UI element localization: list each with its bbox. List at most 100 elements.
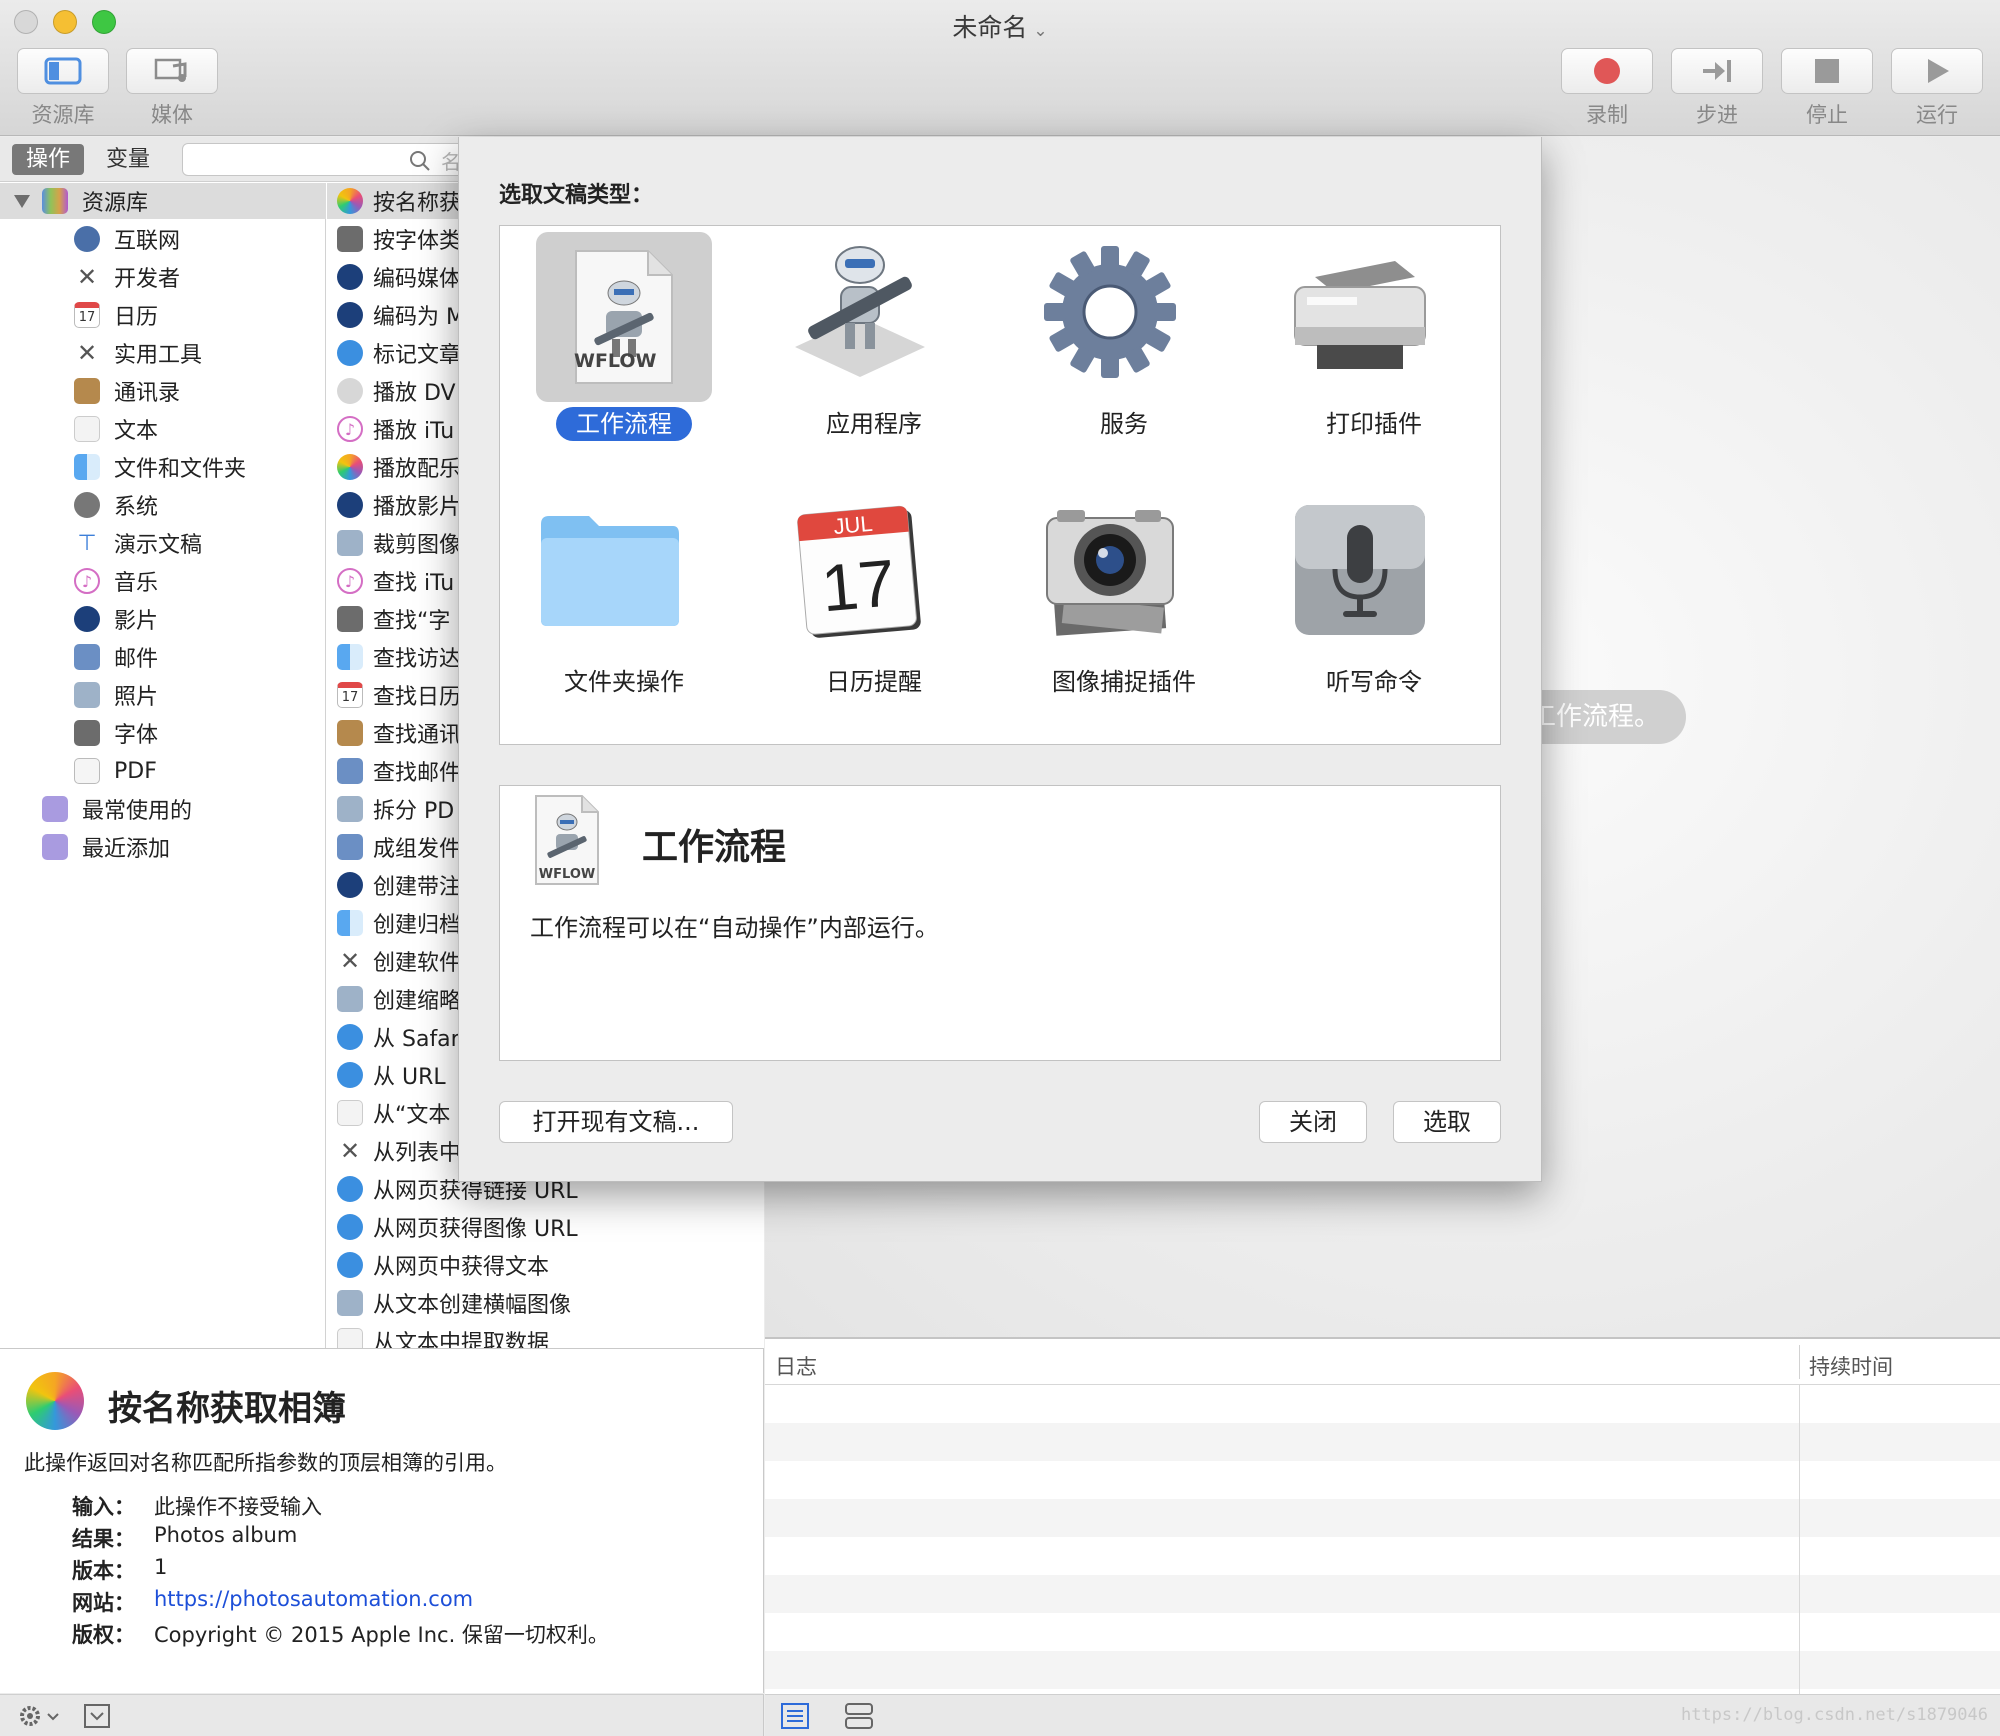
document-type-sheet: 选取文稿类型： WFLOW 工作流程 应用程序 服务 打印插件 文件夹操作 JU… (458, 137, 1542, 1182)
pdf-icon (74, 758, 100, 784)
action-label: 从网页获得图像 URL (373, 1217, 578, 1242)
action-item[interactable]: 成组发件 (337, 829, 461, 865)
font-book-icon (337, 606, 363, 632)
library-item-presentations[interactable]: ⊤ 演示文稿 (74, 525, 202, 561)
tab-actions[interactable]: 操作 (12, 144, 85, 175)
field-label-website: 网站： (72, 1591, 135, 1615)
smart-group-recently-added[interactable]: 最近添加 (42, 829, 170, 865)
text-document-icon (74, 416, 100, 442)
system-preferences-icon (74, 492, 100, 518)
action-item[interactable]: 创建缩略 (337, 981, 461, 1017)
tab-variables[interactable]: 变量 (92, 144, 164, 175)
workflow-hint-text: 工作流程。 (1530, 702, 1661, 732)
action-item[interactable]: 拆分 PD (337, 791, 454, 827)
titlebar: 未命名 ⌄ 资源库 媒体 录制 步进 停止 运行 (0, 0, 2000, 136)
utilities-icon: ✕ (76, 339, 98, 367)
library-item-system[interactable]: 系统 (74, 487, 158, 523)
itunes-icon: ♪ (337, 416, 363, 442)
library-item-photos[interactable]: 照片 (74, 677, 158, 713)
type-print-plugin[interactable]: 打印插件 (1250, 226, 1470, 456)
action-item[interactable]: 查找通讯 (337, 715, 461, 751)
action-item[interactable]: ✕ 创建软件 (337, 943, 461, 979)
globe-icon (74, 226, 100, 252)
quicktime-icon (337, 264, 363, 290)
action-item[interactable]: 查找“字 (337, 601, 450, 637)
action-item[interactable]: 播放配乐 (337, 449, 461, 485)
library-item-calendar[interactable]: 17 日历 (74, 297, 158, 333)
step-button[interactable]: 步进 (1671, 48, 1763, 129)
record-label: 录制 (1586, 103, 1628, 127)
type-label: 服务 (1000, 404, 1248, 439)
action-item[interactable]: 编码媒体 (337, 259, 461, 295)
action-item[interactable]: 创建归档 (337, 905, 461, 941)
choose-button[interactable]: 选取 (1393, 1101, 1501, 1143)
action-item[interactable]: 查找邮件 (337, 753, 461, 789)
action-item[interactable]: 从文本创建横幅图像 (337, 1285, 571, 1321)
library-item-files-folders[interactable]: 文件和文件夹 (74, 449, 246, 485)
gear-menu-icon[interactable] (18, 1704, 62, 1728)
media-button[interactable]: 媒体 (126, 48, 218, 129)
window-title[interactable]: 未命名 ⌄ (0, 8, 2000, 44)
calendar-icon: JUL 17 (780, 490, 940, 650)
library-item-internet[interactable]: 互联网 (74, 221, 180, 257)
action-item[interactable]: 编码为 M (337, 297, 465, 333)
library-toggle-button[interactable]: 资源库 (17, 48, 109, 129)
log-column-log[interactable]: 日志 (775, 1351, 817, 1381)
library-item-developer[interactable]: ✕ 开发者 (74, 259, 180, 295)
action-item[interactable]: 17 查找日历 (337, 677, 461, 713)
action-item[interactable]: 按字体类 (337, 221, 461, 257)
action-item[interactable]: 播放 DV (337, 373, 456, 409)
open-existing-document-button[interactable]: 打开现有文稿... (499, 1101, 733, 1143)
action-item[interactable]: 从网页中获得文本 (337, 1247, 549, 1283)
library-item-contacts[interactable]: 通讯录 (74, 373, 180, 409)
close-button[interactable]: 关闭 (1259, 1101, 1367, 1143)
action-item[interactable]: 创建带注 (337, 867, 461, 903)
library-item-pdf[interactable]: PDF (74, 753, 157, 789)
action-item[interactable]: ✕ 从列表中 (337, 1133, 461, 1169)
chevron-down-icon: ⌄ (1033, 21, 1048, 41)
library-root-item[interactable]: 资源库 (0, 183, 326, 219)
action-item[interactable]: 查找访达 (337, 639, 461, 675)
type-service[interactable]: 服务 (1000, 226, 1220, 456)
finder-icon (74, 454, 100, 480)
smart-group-label: 最常使用的 (82, 799, 193, 824)
toggle-description-icon[interactable] (84, 1704, 110, 1728)
library-item-music[interactable]: ♪ 音乐 (74, 563, 158, 599)
action-item[interactable]: 标记文章 (337, 335, 461, 371)
workflow-document-icon: WFLOW (536, 232, 712, 402)
website-link[interactable]: https://photosautomation.com (154, 1587, 473, 1611)
log-header: 日志 持续时间 (765, 1339, 2000, 1385)
library-item-label: 开发者 (114, 267, 181, 292)
type-dictation-command[interactable]: 听写命令 (1250, 484, 1470, 714)
action-item[interactable]: ♪ 查找 iTu (337, 563, 454, 599)
disclosure-triangle-icon[interactable] (14, 194, 30, 208)
record-button[interactable]: 录制 (1561, 48, 1653, 129)
type-application[interactable]: 应用程序 (750, 226, 970, 456)
library-item-text[interactable]: 文本 (74, 411, 158, 447)
library-item-movies[interactable]: 影片 (74, 601, 158, 637)
log-column-duration[interactable]: 持续时间 (1809, 1351, 1893, 1381)
action-item[interactable]: 播放影片 (337, 487, 461, 523)
split-view-icon[interactable] (845, 1703, 873, 1729)
type-workflow[interactable]: WFLOW 工作流程 (500, 226, 720, 456)
library-item-mail[interactable]: 邮件 (74, 639, 158, 675)
action-item[interactable]: ♪ 播放 iTu (337, 411, 454, 447)
action-label: 按字体类 (373, 229, 462, 254)
type-image-capture-plugin[interactable]: 图像捕捉插件 (1000, 484, 1220, 714)
log-row (765, 1499, 2000, 1537)
action-item[interactable]: 从文本中提取数据 (337, 1323, 549, 1348)
stop-button[interactable]: 停止 (1781, 48, 1873, 129)
library-item-fonts[interactable]: 字体 (74, 715, 158, 751)
action-label: 从文本中提取数据 (373, 1331, 550, 1348)
action-item[interactable]: 从 Safari (337, 1019, 466, 1055)
action-item[interactable]: 从“文本 (337, 1095, 450, 1131)
action-item[interactable]: 从 URL (337, 1057, 446, 1093)
smart-group-most-used[interactable]: 最常使用的 (42, 791, 192, 827)
list-view-icon[interactable] (781, 1703, 809, 1729)
type-folder-action[interactable]: 文件夹操作 (500, 484, 720, 714)
run-button[interactable]: 运行 (1891, 48, 1983, 129)
action-item[interactable]: 从网页获得图像 URL (337, 1209, 578, 1245)
action-item[interactable]: 裁剪图像 (337, 525, 461, 561)
library-item-utilities[interactable]: ✕ 实用工具 (74, 335, 202, 371)
type-calendar-alarm[interactable]: JUL 17 日历提醒 (750, 484, 970, 714)
